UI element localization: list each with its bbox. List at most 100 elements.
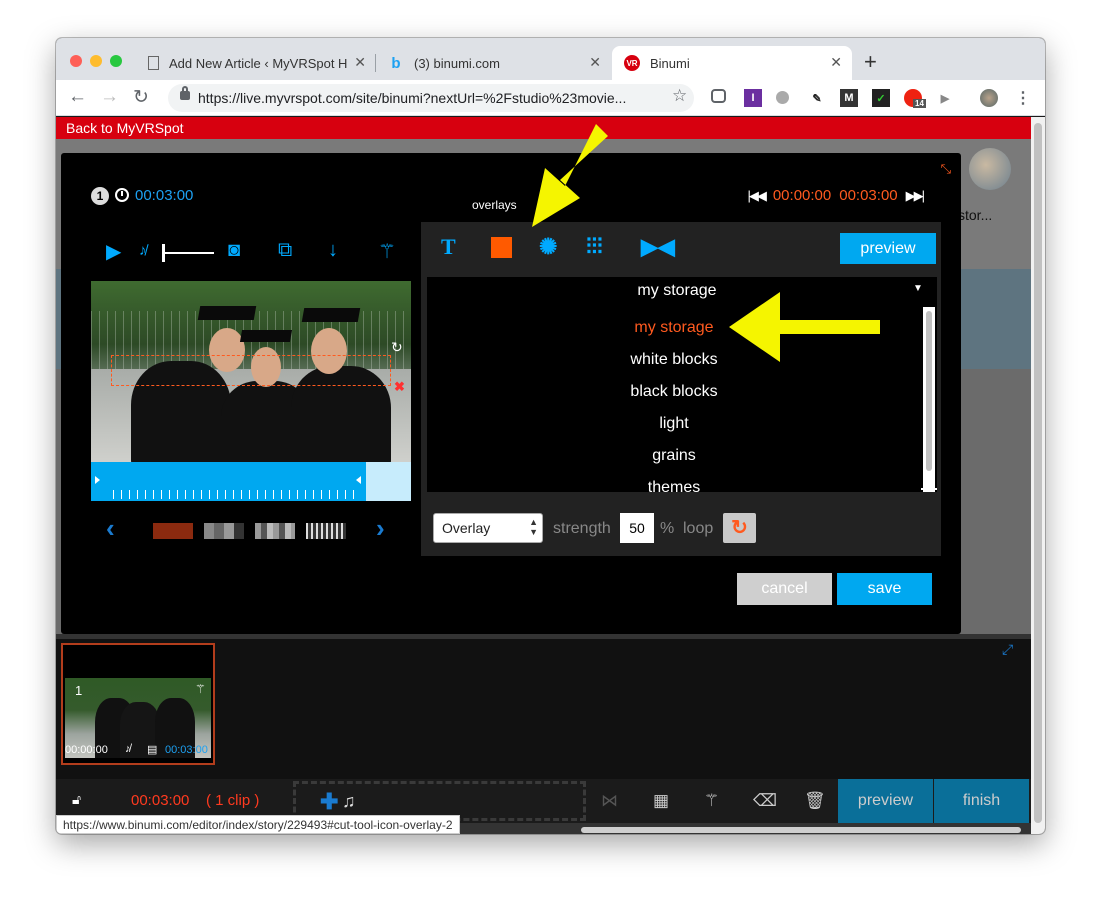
dropdown-scrollbar[interactable] <box>923 307 935 492</box>
ext-m-icon[interactable]: M <box>840 89 858 107</box>
pocket-icon[interactable] <box>711 89 726 103</box>
reload-icon[interactable]: ↻ <box>133 86 149 109</box>
merge-icon[interactable]: ⋈ <box>601 791 618 811</box>
chevron-right-icon[interactable]: › <box>376 513 385 544</box>
bookmark-star-icon[interactable]: ☆ <box>672 86 687 106</box>
dropdown-header[interactable]: my storage <box>427 282 927 300</box>
camera-snapshot-icon[interactable]: ◙ <box>228 239 240 262</box>
range-end: 00:03:00 <box>839 187 898 204</box>
volume-handle[interactable] <box>162 244 165 262</box>
preview-button[interactable]: preview <box>840 233 936 264</box>
vr-icon: VR <box>624 55 640 71</box>
magic-wand-icon[interactable]: ⚚ <box>378 239 396 264</box>
unlock-icon[interactable]: 🔓︎ <box>72 791 81 808</box>
trim-timeline[interactable] <box>91 462 411 501</box>
trim-end-handle[interactable] <box>356 476 361 484</box>
browser-menu-icon[interactable]: ⋮ <box>1014 89 1032 107</box>
ext-circle-icon[interactable] <box>776 91 789 104</box>
ext-i-icon[interactable]: I <box>744 89 762 107</box>
play-icon[interactable]: ▶ <box>106 239 121 264</box>
skip-end-icon[interactable]: ▶▶| <box>906 188 925 204</box>
ext-red-icon[interactable]: 14 <box>904 89 926 108</box>
close-tab-icon[interactable]: ✕ <box>589 54 601 71</box>
profile-avatar[interactable] <box>980 89 998 107</box>
document-icon <box>148 56 159 70</box>
magic-wand-icon[interactable]: ⚚ <box>704 791 719 811</box>
timeline-remaining <box>366 462 411 501</box>
mirror-tool-icon[interactable]: ▶◀ <box>641 234 675 260</box>
overlay-thumb-lines[interactable] <box>306 523 346 539</box>
option-my-storage[interactable]: my storage <box>427 319 921 337</box>
tab-add-new-article[interactable]: Add New Article ‹ MyVRSpot H ✕ <box>136 46 376 80</box>
horizontal-scrollbar[interactable] <box>581 827 1021 833</box>
video-preview[interactable]: ↻ ✖ <box>91 281 411 462</box>
collapse-icon[interactable]: ⤡ <box>941 161 951 177</box>
remove-x-icon[interactable]: ✖ <box>394 379 405 395</box>
overlay-thumb-blocks[interactable] <box>204 523 244 539</box>
forward-arrow-icon[interactable]: → <box>100 86 119 108</box>
save-button[interactable]: save <box>837 573 932 605</box>
download-arrow-icon[interactable]: ↓ <box>328 239 338 262</box>
option-grains[interactable]: grains <box>427 447 921 465</box>
mute-icon[interactable]: ♪̸ <box>139 242 147 259</box>
close-window-button[interactable] <box>70 55 82 67</box>
graduation-cap <box>301 308 361 322</box>
playback-controls: ▶ ♪̸ ◙ ⧉ ↓ ⚚ <box>106 239 396 267</box>
user-avatar[interactable] <box>969 148 1011 190</box>
option-black-blocks[interactable]: black blocks <box>427 383 921 401</box>
back-to-myvrspot-link[interactable]: Back to MyVRSpot <box>66 120 184 136</box>
trash-icon[interactable]: 🗑︎ <box>804 791 826 811</box>
overlay-selection-box[interactable] <box>111 355 391 386</box>
maximize-window-button[interactable] <box>110 55 122 67</box>
chevron-left-icon[interactable]: ‹ <box>106 513 115 544</box>
new-tab-button[interactable]: + <box>864 49 877 75</box>
overlay-thumb-stripes[interactable] <box>255 523 295 539</box>
back-arrow-icon[interactable]: ← <box>68 86 87 108</box>
overlay-category-dropdown[interactable]: my storage ▼ my storage white blocks bla… <box>427 277 937 492</box>
status-bar-url: https://www.binumi.com/editor/index/stor… <box>56 815 460 834</box>
finish-button[interactable]: finish <box>934 779 1029 823</box>
tab-binumi-com[interactable]: b (3) binumi.com ✕ <box>376 46 611 80</box>
timeline-preview-button[interactable]: preview <box>838 779 933 823</box>
minimize-window-button[interactable] <box>90 55 102 67</box>
eraser-icon[interactable]: ⌫ <box>753 791 777 811</box>
plus-icon[interactable]: ✚ <box>320 789 338 815</box>
clips-icon[interactable]: ▦ <box>653 791 669 811</box>
option-themes[interactable]: themes <box>427 479 921 492</box>
loop-toggle-icon[interactable]: ↻ <box>723 513 756 543</box>
overlay-tool-icon[interactable] <box>491 237 512 258</box>
sparkle-tool-icon[interactable]: ✺ <box>539 234 557 260</box>
rotate-icon[interactable]: ↻ <box>391 339 403 356</box>
volume-slider[interactable] <box>162 252 214 254</box>
scroll-thumb[interactable] <box>926 311 932 471</box>
trim-start-handle[interactable] <box>95 476 100 484</box>
close-tab-icon[interactable]: ✕ <box>830 54 842 71</box>
clip-card[interactable]: 1 ⚚ 00:00:00 ♪̸ ▤ 00:03:00 <box>61 643 215 765</box>
cancel-button[interactable]: cancel <box>737 573 832 605</box>
text-tool-icon[interactable]: T <box>441 234 456 260</box>
page-scrollbar[interactable] <box>1031 117 1045 834</box>
scroll-thumb[interactable] <box>1034 123 1042 823</box>
overlay-settings: Overlay ▲ ▼ strength 50 % loop ↻ <box>433 513 933 545</box>
chevron-down-icon[interactable]: ▼ <box>913 283 923 294</box>
copy-icon[interactable]: ⧉ <box>278 239 292 262</box>
music-note-icon[interactable]: ♫ <box>342 791 356 812</box>
expand-icon[interactable]: ⤢ <box>1002 641 1013 658</box>
tab-binumi[interactable]: VR Binumi ✕ <box>612 46 852 80</box>
tab-title: Add New Article ‹ MyVRSpot H <box>169 55 348 71</box>
clock-icon <box>115 188 129 202</box>
ext-check-icon[interactable]: ✓ <box>872 89 890 107</box>
eyedropper-icon[interactable]: ✎ <box>808 89 826 107</box>
option-white-blocks[interactable]: white blocks <box>427 351 921 369</box>
blend-mode-select[interactable]: Overlay ▲ ▼ <box>433 513 543 543</box>
option-light[interactable]: light <box>427 415 921 433</box>
range-start: 00:00:00 <box>772 187 832 204</box>
close-tab-icon[interactable]: ✕ <box>354 54 366 71</box>
camera-icon[interactable]: ▶ <box>936 89 954 107</box>
overlay-thumb-solid[interactable] <box>153 523 193 539</box>
strength-input[interactable]: 50 <box>620 513 654 543</box>
address-bar[interactable]: https://live.myvrspot.com/site/binumi?ne… <box>168 84 694 112</box>
skip-start-icon[interactable]: |◀◀ <box>747 188 766 204</box>
dropdown-bottom-line <box>921 488 937 490</box>
adjust-sliders-icon[interactable]: ⫶⫶⫶ <box>586 234 603 260</box>
